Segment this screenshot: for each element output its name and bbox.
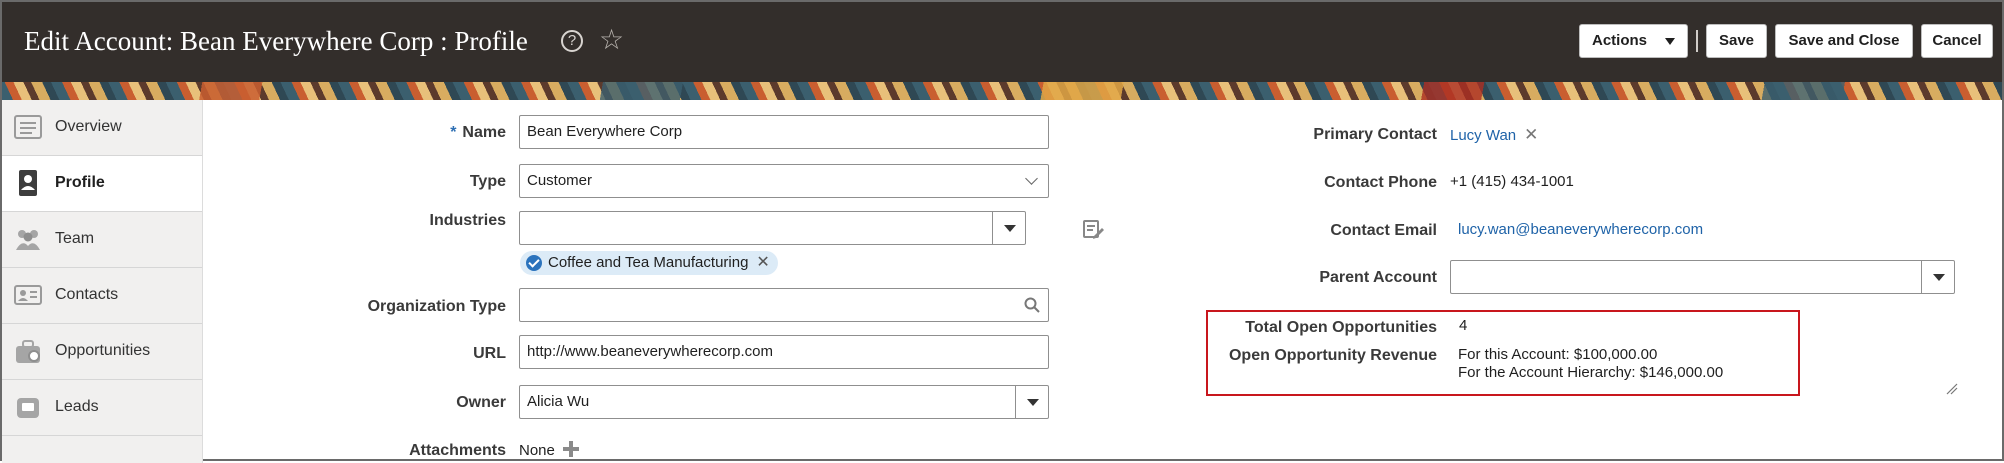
contact-email-label: Contact Email [1330, 222, 1437, 239]
owner-value: Alicia Wu [527, 393, 590, 410]
owner-input[interactable]: Alicia Wu [519, 385, 1049, 419]
organization-type-label: Organization Type [367, 298, 506, 315]
decorative-banner [2, 82, 2002, 100]
contact-phone-value: +1 (415) 434-1001 [1450, 173, 1574, 190]
contact-phone-label: Contact Phone [1324, 174, 1437, 191]
clear-contact-icon[interactable]: ✕ [1524, 125, 1538, 144]
owner-label: Owner [456, 394, 506, 411]
industries-label: Industries [429, 212, 506, 229]
cancel-button[interactable]: Cancel [1921, 24, 1993, 58]
add-attachment-icon[interactable] [562, 440, 580, 458]
toolbar-separator [1696, 30, 1698, 52]
page-header: Edit Account: Bean Everywhere Corp : Pro… [2, 2, 2002, 82]
industries-input[interactable] [519, 211, 1026, 245]
save-and-close-button[interactable]: Save and Close [1775, 24, 1913, 58]
sidebar-item-leads[interactable]: Leads [2, 380, 202, 436]
type-select-value: Customer [527, 172, 593, 189]
parent-account-label: Parent Account [1319, 269, 1437, 286]
attachments-value: None [519, 442, 555, 459]
check-circle-icon [526, 255, 542, 271]
team-icon [16, 230, 40, 250]
url-input[interactable]: http://www.beaneverywherecorp.com [519, 335, 1049, 369]
owner-dropdown-button[interactable] [1015, 386, 1048, 418]
leads-icon [17, 398, 39, 418]
sidebar-item-label: Team [55, 230, 95, 247]
revenue-this-account: For this Account: $100,000.00 [1458, 346, 1658, 363]
resize-handle-icon[interactable] [1946, 383, 1958, 395]
actions-label: Actions [1592, 32, 1648, 49]
url-label: URL [473, 345, 506, 362]
sidebar-item-label: Overview [55, 118, 122, 135]
total-open-opportunities-value: 4 [1459, 317, 1468, 334]
sidebar-item-profile[interactable]: Profile [2, 156, 202, 212]
sidebar-item-label: Contacts [55, 286, 119, 303]
name-input[interactable]: Bean Everywhere Corp [519, 115, 1049, 149]
sidebar-item-contacts[interactable]: Contacts [2, 268, 202, 324]
profile-icon [19, 170, 37, 196]
overview-icon [14, 115, 42, 139]
star-icon[interactable]: ☆ [599, 26, 624, 54]
revenue-account-hierarchy: For the Account Hierarchy: $146,000.00 [1458, 364, 1724, 381]
total-open-opportunities-label: Total Open Opportunities [1245, 319, 1437, 336]
chevron-down-icon [1665, 38, 1675, 45]
chevron-down-icon [1025, 172, 1038, 185]
industries-dropdown-button[interactable] [992, 212, 1025, 244]
help-icon[interactable]: ? [561, 30, 583, 52]
sidebar: Overview Profile Team Contacts Opportuni… [2, 100, 203, 463]
page-title: Edit Account: Bean Everywhere Corp : Pro… [24, 26, 528, 56]
parent-account-dropdown-button[interactable] [1921, 261, 1954, 293]
sidebar-item-overview[interactable]: Overview [2, 100, 202, 156]
sidebar-item-label: Opportunities [55, 342, 151, 359]
contact-email-link[interactable]: lucy.wan@beaneverywherecorp.com [1458, 221, 1703, 238]
sidebar-item-team[interactable]: Team [2, 212, 202, 268]
type-select[interactable]: Customer [519, 164, 1049, 198]
attachments-label: Attachments [409, 442, 506, 459]
parent-account-input[interactable] [1450, 260, 1955, 294]
industry-chip: Coffee and Tea Manufacturing ✕ [520, 251, 778, 275]
contacts-icon [14, 285, 42, 305]
sidebar-item-label: Profile [55, 174, 105, 191]
organization-type-input[interactable] [519, 288, 1049, 322]
primary-contact-field: Lucy Wan ✕ [1450, 125, 1538, 145]
sidebar-item-opportunities[interactable]: Opportunities [2, 324, 202, 380]
primary-contact-link[interactable]: Lucy Wan [1450, 127, 1516, 144]
type-label: Type [469, 173, 506, 190]
save-button[interactable]: Save [1706, 24, 1767, 58]
sidebar-item-partial[interactable] [2, 436, 202, 463]
opportunities-icon [16, 340, 40, 363]
name-label: * Name [450, 124, 506, 141]
open-opportunity-revenue-label: Open Opportunity Revenue [1228, 347, 1437, 364]
search-icon[interactable] [1024, 297, 1040, 313]
edit-note-icon[interactable] [1082, 218, 1104, 240]
primary-contact-label: Primary Contact [1313, 126, 1437, 143]
industry-chip-label: Coffee and Tea Manufacturing [548, 254, 749, 271]
actions-menu-button[interactable]: Actions [1579, 24, 1688, 58]
required-marker: * [450, 124, 457, 141]
sidebar-item-label: Leads [55, 398, 99, 415]
remove-chip-icon[interactable]: ✕ [756, 254, 769, 271]
